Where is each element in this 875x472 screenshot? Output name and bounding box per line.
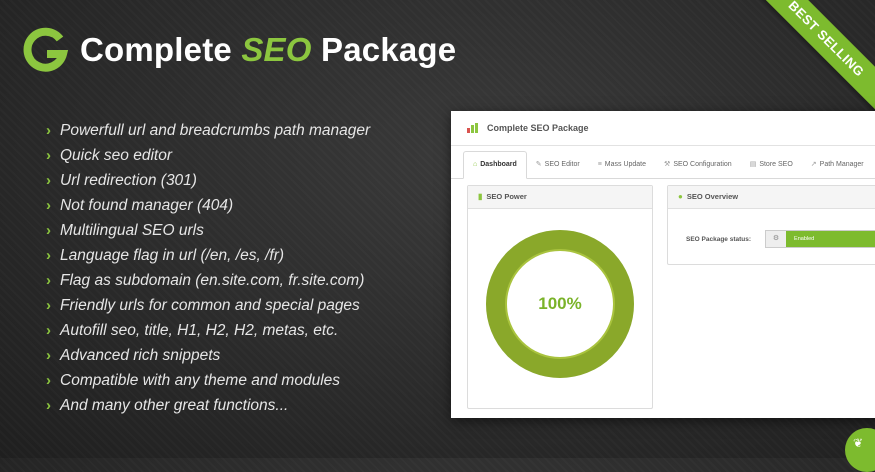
status-label: SEO Package status: <box>686 235 752 243</box>
chart-icon: ▮ <box>478 192 483 201</box>
title-accent: SEO <box>241 31 312 68</box>
status-row: SEO Package status: ⚙ Enabled <box>686 230 875 248</box>
chevron-right-icon: › <box>46 372 51 389</box>
chevron-right-icon: › <box>46 172 51 189</box>
ribbon-label: BEST SELLING <box>748 0 875 117</box>
chevron-right-icon: › <box>46 122 51 139</box>
chevron-right-icon: › <box>46 347 51 364</box>
seo-power-panel: ▮ SEO Power 100% <box>467 185 653 409</box>
circle-icon: ● <box>678 192 683 201</box>
wrench-icon: ⚒ <box>664 161 671 168</box>
chevron-right-icon: › <box>46 222 51 239</box>
logo-g-icon <box>22 27 68 73</box>
list-item: › Advanced rich snippets <box>46 343 370 368</box>
chevron-right-icon: › <box>46 272 51 289</box>
status-toggle[interactable]: ⚙ Enabled <box>765 230 875 248</box>
chevron-right-icon: › <box>46 247 51 264</box>
store-icon: ▤ <box>749 161 757 168</box>
window-title: Complete SEO Package <box>487 123 589 133</box>
list-item: › Flag as subdomain (en.site.com, fr.site… <box>46 268 370 293</box>
feature-list: › Powerfull url and breadcrumbs path mana… <box>46 118 370 418</box>
list-item: › Powerfull url and breadcrumbs path mana… <box>46 118 370 143</box>
panel-header: ● SEO Overview <box>668 186 875 209</box>
gear-icon: ⚙ <box>766 231 787 247</box>
page-title: Complete SEO Package <box>80 31 457 68</box>
tab-dashboard[interactable]: ⌂ Dashboard <box>463 151 527 179</box>
list-icon: ≡ <box>597 161 602 168</box>
list-item: › Multilingual SEO urls <box>46 218 370 243</box>
chevron-right-icon: › <box>46 297 51 314</box>
path-icon: ↗ <box>810 161 817 168</box>
list-item: › Language flag in url (/en, /es, /fr) <box>46 243 370 268</box>
list-item: › Quick seo editor <box>46 143 370 168</box>
chevron-right-icon: › <box>46 197 51 214</box>
seo-overview-panel: ● SEO Overview SEO Package status: ⚙ Ena… <box>667 185 875 265</box>
list-item: › Not found manager (404) <box>46 193 370 218</box>
leaf-icon: ❦ <box>853 436 864 450</box>
list-item: › Compatible with any theme and modules <box>46 368 370 393</box>
bar-chart-icon <box>467 123 481 133</box>
chevron-right-icon: › <box>46 322 51 339</box>
list-item: › Url redirection (301) <box>46 168 370 193</box>
tab-path-manager[interactable]: ↗ Path Manager <box>802 152 873 178</box>
chevron-right-icon: › <box>46 147 51 164</box>
list-item: › Friendly urls for common and special pa… <box>46 293 370 318</box>
tab-mass-update[interactable]: ≡ Mass Update <box>589 152 655 178</box>
header: Complete SEO Package <box>22 25 456 75</box>
panel-header: ▮ SEO Power <box>468 186 652 209</box>
edit-icon: ✎ <box>535 161 542 168</box>
list-item: › Autofill seo, title, H1, H2, H2, metas,… <box>46 318 370 343</box>
tab-store-seo[interactable]: ▤ Store SEO <box>741 152 802 178</box>
chevron-right-icon: › <box>46 397 51 414</box>
window-header: Complete SEO Package <box>451 111 875 146</box>
home-icon: ⌂ <box>473 161 478 168</box>
seo-power-percent: 100% <box>538 294 582 313</box>
tab-seo-editor[interactable]: ✎ SEO Editor <box>527 152 589 178</box>
tab-seo-configuration[interactable]: ⚒ SEO Configuration <box>655 152 741 178</box>
corner-badge: ❦ <box>845 428 875 472</box>
status-value: Enabled <box>786 231 875 247</box>
tab-bar: ⌂ Dashboard ✎ SEO Editor ≡ Mass Update ⚒ SEO… <box>451 150 875 179</box>
admin-window-screenshot: Complete SEO Package ⌂ Dashboard ✎ SEO Edi… <box>451 111 875 418</box>
list-item: › And many other great functions... <box>46 393 370 418</box>
